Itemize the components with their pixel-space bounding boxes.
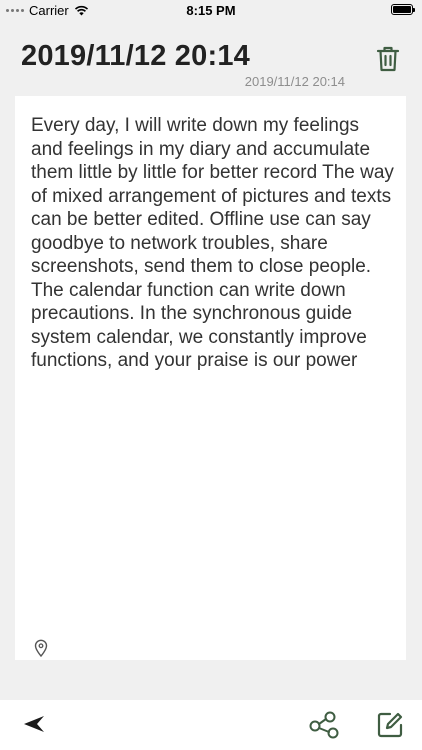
location-button[interactable] xyxy=(33,639,49,658)
back-arrow-icon xyxy=(24,716,44,732)
battery-icon xyxy=(391,4,415,15)
status-bar: Carrier 8:15 PM xyxy=(0,0,422,22)
delete-button[interactable] xyxy=(374,44,402,74)
back-button[interactable] xyxy=(22,714,46,734)
bottom-toolbar xyxy=(0,700,422,750)
page-title: 2019/11/12 20:14 xyxy=(21,40,250,72)
status-time: 8:15 PM xyxy=(186,3,236,18)
note-card: Every day, I will write down my feelings… xyxy=(15,96,406,660)
edit-button[interactable] xyxy=(376,711,404,739)
timestamp-label: 2019/11/12 20:14 xyxy=(244,74,345,89)
share-button[interactable] xyxy=(308,711,340,739)
share-icon xyxy=(309,711,339,739)
location-pin-icon xyxy=(34,639,48,658)
note-body[interactable]: Every day, I will write down my feelings… xyxy=(31,114,395,373)
edit-icon xyxy=(377,712,403,738)
trash-icon xyxy=(376,46,400,72)
